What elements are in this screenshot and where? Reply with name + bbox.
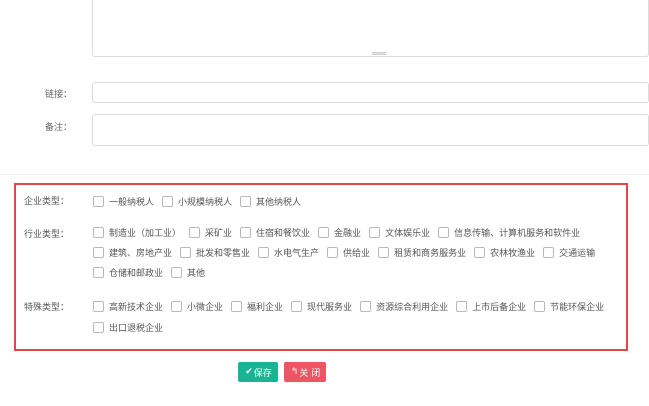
checkbox[interactable] [258, 246, 270, 258]
checkbox[interactable] [93, 246, 104, 258]
industry-type-option[interactable]: 水电气生产 [258, 245, 319, 259]
checkbox[interactable] [369, 226, 381, 238]
enterprise-type-option[interactable]: 其他纳税人 [240, 194, 301, 208]
checkbox[interactable] [171, 300, 183, 312]
save-label: 保存 [253, 368, 272, 379]
industry-type-options: 制造业（加工业） 采矿业 住宿和餐饮业 金融业 文体娱乐业 信息传输、计算机服务… [93, 225, 628, 279]
check-icon: ✔ [245, 367, 253, 377]
industry-type-option[interactable]: 农林牧渔业 [474, 245, 535, 259]
industry-type-option[interactable]: 采矿业 [189, 225, 232, 239]
checkbox[interactable] [240, 195, 252, 207]
checkbox[interactable] [438, 226, 450, 238]
checkbox[interactable] [327, 246, 339, 258]
checkbox[interactable] [93, 266, 104, 278]
special-type-option[interactable]: 现代服务业 [291, 299, 352, 313]
checkbox[interactable] [240, 226, 252, 238]
close-label: 关 闭 [299, 368, 321, 379]
special-type-option[interactable]: 小微企业 [171, 299, 223, 313]
enterprise-type-label: 企业类型： [23, 197, 69, 207]
checkbox[interactable] [360, 300, 372, 312]
industry-type-option[interactable]: 批发和零售业 [180, 245, 250, 259]
checkbox[interactable] [474, 246, 486, 258]
remark-label: 备注： [44, 123, 72, 133]
industry-type-option[interactable]: 其他 [171, 265, 205, 279]
special-type-option[interactable]: 资源综合利用企业 [360, 299, 448, 313]
checkbox[interactable] [231, 300, 243, 312]
special-type-options: 高新技术企业 小微企业 福利企业 现代服务业 资源综合利用企业 上市后备企业 节… [93, 299, 628, 334]
checkbox[interactable] [93, 226, 104, 238]
checkbox[interactable] [189, 226, 201, 238]
checkbox[interactable] [378, 246, 390, 258]
checkbox[interactable] [318, 226, 330, 238]
reply-icon: ↰ [290, 367, 299, 377]
special-type-option[interactable]: 高新技术企业 [93, 299, 163, 313]
enterprise-type-option[interactable]: 小规模纳税人 [162, 194, 232, 208]
industry-type-option[interactable]: 建筑、房地产业 [93, 245, 172, 259]
checkbox[interactable] [162, 195, 174, 207]
checkbox[interactable] [93, 300, 104, 312]
industry-type-option[interactable]: 供给业 [327, 245, 370, 259]
checkbox[interactable] [180, 246, 192, 258]
description-textarea[interactable] [92, 0, 649, 57]
special-type-label: 特殊类型： [23, 303, 69, 313]
industry-type-label: 行业类型： [23, 230, 69, 240]
close-button[interactable]: ↰ 关 闭 [284, 362, 326, 382]
enterprise-type-options: 一般纳税人 小规模纳税人 其他纳税人 [93, 194, 613, 208]
save-button[interactable]: ✔ 保存 [238, 362, 278, 382]
industry-type-option[interactable]: 住宿和餐饮业 [240, 225, 310, 239]
textarea-resize-handle[interactable] [372, 52, 386, 55]
checkbox[interactable] [171, 266, 183, 278]
industry-type-option[interactable]: 金融业 [318, 225, 361, 239]
industry-type-option[interactable]: 交通运输 [543, 245, 595, 259]
industry-type-option[interactable]: 信息传输、计算机服务和软件业 [438, 225, 580, 239]
remark-textarea[interactable] [92, 114, 649, 146]
checkbox[interactable] [291, 300, 303, 312]
special-type-option[interactable]: 节能环保企业 [534, 299, 604, 313]
section-divider [0, 174, 649, 175]
checkbox[interactable] [93, 195, 104, 207]
industry-type-option[interactable]: 制造业（加工业） [93, 225, 181, 239]
link-input[interactable] [92, 82, 649, 103]
checkbox[interactable] [543, 246, 555, 258]
enterprise-type-option[interactable]: 一般纳税人 [93, 194, 154, 208]
checkbox[interactable] [534, 300, 546, 312]
checkbox[interactable] [456, 300, 468, 312]
industry-type-option[interactable]: 文体娱乐业 [369, 225, 430, 239]
special-type-option[interactable]: 上市后备企业 [456, 299, 526, 313]
special-type-option[interactable]: 出口退税企业 [93, 320, 163, 334]
industry-type-option[interactable]: 租赁和商务服务业 [378, 245, 466, 259]
industry-type-option[interactable]: 仓储和邮政业 [93, 265, 163, 279]
checkbox[interactable] [93, 321, 104, 333]
link-label: 链接： [44, 90, 72, 100]
special-type-option[interactable]: 福利企业 [231, 299, 283, 313]
